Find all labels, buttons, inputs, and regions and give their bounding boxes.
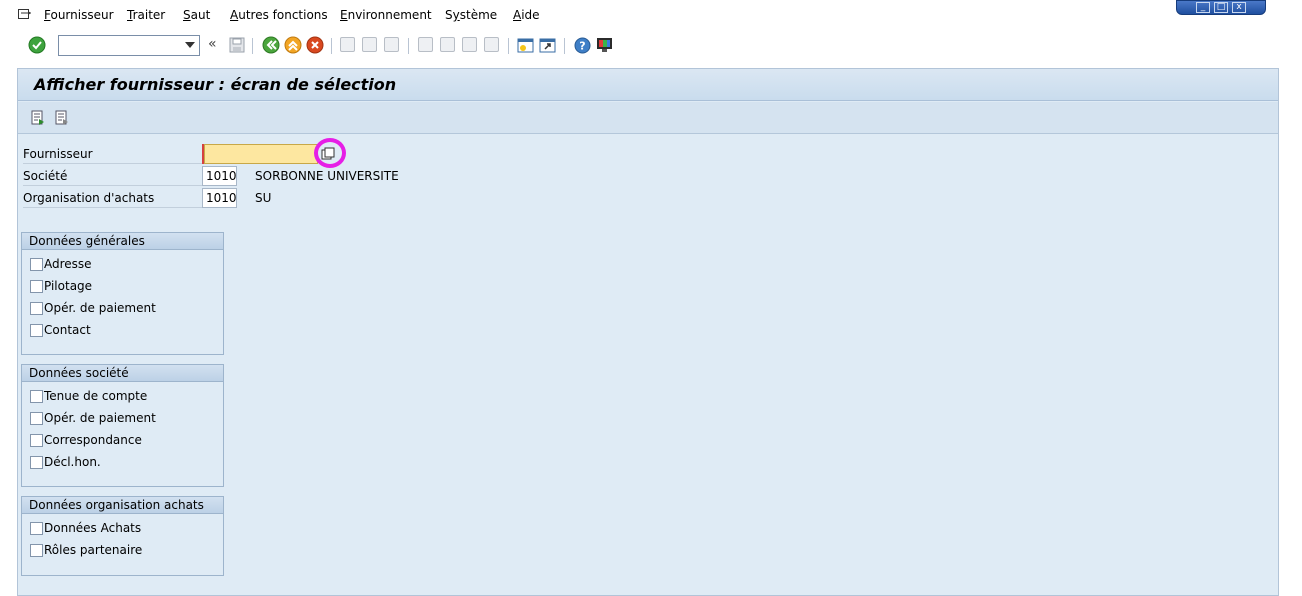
company-code-value: 1010 (206, 169, 237, 183)
menu-mnemonic: y (452, 8, 460, 22)
company-code-label: Société (23, 169, 68, 183)
previous-page-icon[interactable] (440, 37, 455, 52)
double-chevron-icon[interactable]: « (208, 36, 217, 52)
checkbox-label: Données Achats (44, 521, 142, 535)
toolbar-separator (252, 38, 253, 54)
select-all-icon[interactable] (55, 110, 69, 126)
checkbox-label: Pilotage (44, 279, 93, 293)
customize-layout-icon[interactable] (596, 37, 613, 54)
menu-mnemonic: S (183, 8, 191, 22)
chevron-down-icon[interactable] (185, 42, 195, 48)
minimize-icon[interactable]: _ (1196, 2, 1210, 13)
menu-traiter[interactable]: Traiter (127, 8, 165, 22)
menu-bar: Fournisseur Traiter Saut Autres fonction… (0, 0, 1302, 32)
toolbar-separator (408, 38, 409, 54)
company-code-input[interactable]: 1010 (202, 166, 237, 186)
checkbox-address[interactable] (30, 258, 43, 271)
print-icon[interactable] (340, 37, 355, 52)
execute-icon[interactable] (31, 110, 45, 126)
menu-mnemonic: E (340, 8, 348, 22)
first-page-icon[interactable] (418, 37, 433, 52)
label-underline (23, 207, 203, 208)
maximize-icon[interactable]: □ (1214, 2, 1228, 13)
menu-systeme[interactable]: Système (445, 8, 497, 22)
checkbox-label: Opér. de paiement (44, 301, 156, 315)
menu-aide[interactable]: Aide (513, 8, 540, 22)
enter-check-icon[interactable] (28, 36, 46, 54)
cancel-icon[interactable] (306, 36, 324, 54)
menu-mnemonic: F (44, 8, 51, 22)
system-menu-icon[interactable] (18, 8, 32, 20)
svg-text:?: ? (579, 40, 585, 53)
menu-environnement[interactable]: Environnement (340, 8, 432, 22)
next-page-icon[interactable] (462, 37, 477, 52)
company-description: SORBONNE UNIVERSITE (255, 169, 399, 183)
general-data-group: Données générales Adresse Pilotage Opér.… (21, 232, 224, 355)
find-icon[interactable] (362, 37, 377, 52)
label-underline (23, 163, 203, 164)
purch-org-label: Organisation d'achats (23, 191, 155, 205)
checkbox-label: Rôles partenaire (44, 543, 143, 557)
checkbox-contact[interactable] (30, 324, 43, 337)
checkbox-payment-transactions[interactable] (30, 302, 43, 315)
general-data-title: Données générales (22, 233, 223, 250)
shortcut-icon[interactable] (539, 37, 556, 54)
new-session-icon[interactable] (517, 37, 534, 54)
checkbox-control[interactable] (30, 280, 43, 293)
checkbox-withholding-tax[interactable] (30, 456, 43, 469)
company-data-group: Données société Tenue de compte Opér. de… (21, 364, 224, 487)
save-icon[interactable] (229, 37, 245, 53)
page-title: Afficher fournisseur : écran de sélectio… (34, 75, 397, 94)
last-page-icon[interactable] (484, 37, 499, 52)
menu-mnemonic: A (230, 8, 239, 22)
command-field[interactable] (58, 35, 200, 56)
checkbox-label: Adresse (44, 257, 92, 271)
toolbar-separator (331, 38, 332, 54)
company-data-title: Données société (22, 365, 223, 382)
menu-mnemonic: T (127, 8, 133, 22)
close-icon[interactable]: x (1232, 2, 1246, 13)
purch-org-value: 1010 (206, 191, 237, 205)
highlight-ring (314, 138, 346, 168)
screen-title-bar: Afficher fournisseur : écran de sélectio… (18, 69, 1278, 101)
label-underline (23, 185, 203, 186)
main-content: Afficher fournisseur : écran de sélectio… (17, 68, 1279, 596)
checkbox-label: Opér. de paiement (44, 411, 156, 425)
toolbar-separator (508, 38, 509, 54)
supplier-label: Fournisseur (23, 147, 93, 161)
menu-saut[interactable]: Saut (183, 8, 210, 22)
purchasing-data-title: Données organisation achats (22, 497, 223, 514)
menu-mnemonic: A (513, 8, 522, 22)
purch-org-input[interactable]: 1010 (202, 188, 237, 208)
toolbar-separator (564, 38, 565, 54)
menu-fournisseur[interactable]: Fournisseur (44, 8, 114, 22)
checkbox-label: Décl.hon. (44, 455, 101, 469)
checkbox-label: Correspondance (44, 433, 142, 447)
checkbox-label: Contact (44, 323, 91, 337)
exit-icon[interactable] (284, 36, 302, 54)
find-next-icon[interactable] (384, 37, 399, 52)
menu-autres-fonctions[interactable]: Autres fonctions (230, 8, 328, 22)
application-toolbar (18, 102, 1278, 134)
checkbox-account-management[interactable] (30, 390, 43, 403)
purch-org-description: SU (255, 191, 272, 205)
supplier-input[interactable] (204, 144, 318, 164)
back-icon[interactable] (262, 36, 280, 54)
checkbox-correspondence[interactable] (30, 434, 43, 447)
checkbox-purchasing-data[interactable] (30, 522, 43, 535)
checkbox-label: Tenue de compte (44, 389, 148, 403)
checkbox-payment-transactions-company[interactable] (30, 412, 43, 425)
help-icon[interactable]: ? (574, 37, 591, 54)
purchasing-data-group: Données organisation achats Données Acha… (21, 496, 224, 576)
window-controls: _ □ x (1176, 0, 1266, 15)
checkbox-partner-roles[interactable] (30, 544, 43, 557)
